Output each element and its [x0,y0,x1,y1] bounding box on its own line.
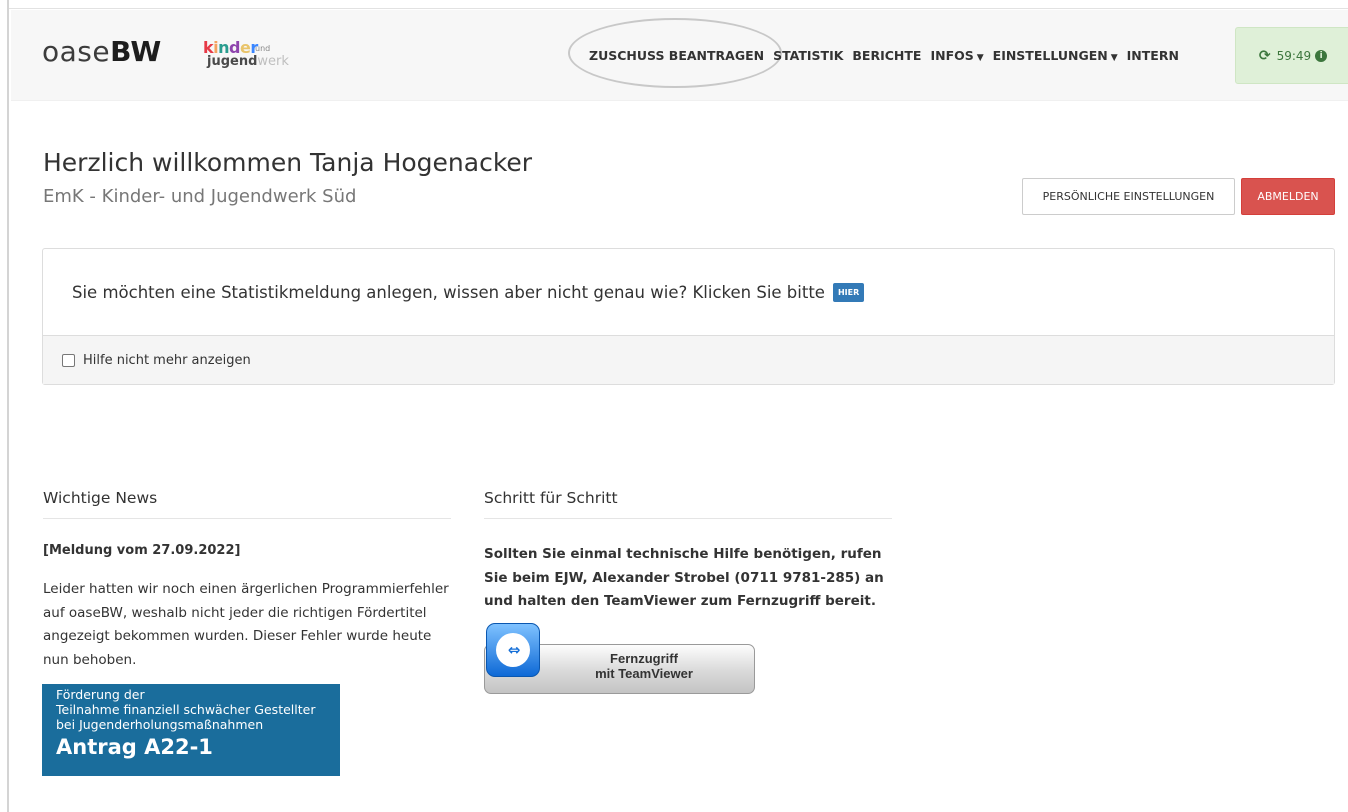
brand-logo[interactable]: oaseBW [42,35,162,68]
nav-infos-label: INFOS [930,48,974,63]
session-timer-value: 59:49 [1276,48,1312,63]
teamviewer-label-line2: mit TeamViewer [595,666,693,681]
nav-berichte[interactable]: BERICHTE [852,48,921,63]
banner-line: bei Jugenderholungsmaßnahmen [56,717,264,732]
navbar: oaseBW kinder und jugendwerk ZUSCHUSS BE… [11,10,1348,101]
teamviewer-label: Fernzugriff mit TeamViewer [574,651,714,681]
hide-help-checkbox-label[interactable]: Hilfe nicht mehr anzeigen [83,353,251,368]
help-panel: Sie möchten eine Statistikmeldung anlege… [42,248,1335,385]
hier-help-button[interactable]: HIER [832,282,865,302]
double-arrow-icon: ⇔ [507,641,521,659]
session-timer[interactable]: ⟳ 59:49 i [1235,27,1348,84]
banner-headline: Antrag A22-1 [56,735,213,759]
help-text: Sie möchten eine Statistikmeldung anlege… [72,282,825,302]
nav-infos-dropdown[interactable]: INFOS ▼ [930,48,983,63]
brand-prefix: oase [42,35,111,68]
logo-und-text: und [255,44,271,53]
nav-intern[interactable]: INTERN [1127,48,1179,63]
news-section-title: Wichtige News [43,489,451,519]
refresh-icon: ⟳ [1258,47,1271,64]
logo-werk: werk [257,54,289,69]
info-icon: i [1315,49,1328,62]
steps-section-title: Schritt für Schritt [484,489,892,519]
teamviewer-icon-ring: ⇔ [496,633,530,667]
main-nav: ZUSCHUSS BEANTRAGEN STATISTIK BERICHTE I… [589,48,1188,63]
nav-zuschuss-beantragen[interactable]: ZUSCHUSS BEANTRAGEN [589,48,764,63]
kinder-und-jugendwerk-logo: kinder und jugendwerk [203,38,303,78]
caret-down-icon: ▼ [1110,53,1118,63]
logo-jugend: jugend [207,54,258,69]
teamviewer-icon: ⇔ [486,623,540,677]
window-top-border [0,0,1348,9]
nav-einstellungen-dropdown[interactable]: EINSTELLUNGEN ▼ [993,48,1118,63]
news-date: [Meldung vom 27.09.2022] [43,543,241,558]
personal-settings-button[interactable]: PERSÖNLICHE EINSTELLUNGEN [1022,178,1235,215]
hide-help-checkbox[interactable] [62,353,75,367]
caret-down-icon: ▼ [976,53,984,63]
organization-subtitle: EmK - Kinder- und Jugendwerk Süd [43,186,357,207]
teamviewer-label-line1: Fernzugriff [610,651,678,666]
nav-einstellungen-label: EINSTELLUNGEN [992,48,1108,63]
page-title: Herzlich willkommen Tanja Hogenacker [43,148,533,177]
banner-line: Förderung der [56,687,145,702]
help-panel-body: Sie möchten eine Statistikmeldung anlege… [43,249,1334,335]
window-left-border [0,0,9,812]
help-panel-footer: Hilfe nicht mehr anzeigen [43,335,1334,384]
steps-text: Sollten Sie einmal technische Hilfe benö… [484,546,884,609]
logo-jugendwerk-text: jugendwerk [207,54,289,69]
logout-button[interactable]: ABMELDEN [1241,178,1335,215]
teamviewer-button[interactable]: ⇔ Fernzugriff mit TeamViewer [484,623,755,694]
nav-statistik[interactable]: STATISTIK [773,48,843,63]
brand-suffix: BW [110,35,162,68]
antrag-banner-link[interactable]: Förderung der Teilnahme finanziell schwä… [42,684,340,776]
banner-line: Teilnahme finanziell schwächer Gestellte… [56,702,316,717]
news-text: Leider hatten wir noch einen ärgerlichen… [43,581,449,668]
